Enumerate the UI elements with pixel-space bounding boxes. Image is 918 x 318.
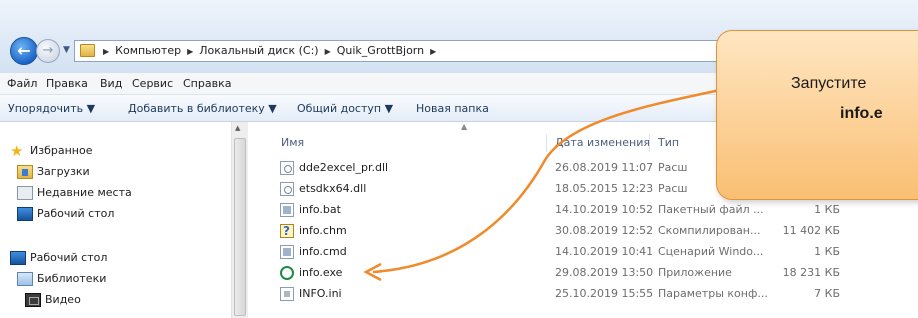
file-row-info-ini[interactable]: INFO.ini 25.10.2019 15:55 Параметры конф… [249,284,918,304]
file-date: 30.08.2019 12:52 [555,224,654,237]
chevron-right-icon[interactable]: ▶ [103,47,109,56]
file-type: Параметры конф... [658,287,768,300]
file-type: Пакетный файл ... [658,203,764,216]
file-size: 18 231 КБ [782,266,840,279]
script-file-icon [280,245,294,259]
batch-file-icon [280,203,294,217]
menu-file[interactable]: Файл [7,77,37,90]
nav-desktop-label: Рабочий стол [37,207,115,220]
menu-edit[interactable]: Правка [46,77,88,90]
breadcrumb-folder[interactable]: Quik_GrottBjorn [337,44,424,57]
callout-text-run: Запустите [791,75,867,92]
file-row-info-chm[interactable]: info.chm 30.08.2019 12:52 Скомпилирован.… [249,221,918,241]
back-button[interactable]: ← [10,37,38,65]
help-file-icon [280,221,294,241]
downloads-folder-icon [17,165,33,179]
nav-scrollbar[interactable]: ▲ [231,122,248,318]
forward-button[interactable]: → [36,39,60,63]
file-size: 11 402 КБ [782,224,840,237]
file-size: 7 КБ [814,287,840,300]
column-header-name[interactable]: Имя [281,136,304,149]
file-date: 29.08.2019 13:50 [555,266,654,279]
nav-video-label: Видео [45,293,81,306]
settings-file-icon [280,287,294,301]
file-size: 1 КБ [814,203,840,216]
column-divider[interactable] [649,134,650,152]
share-button[interactable]: Общий доступ ▼ [297,102,393,115]
breadcrumb-computer[interactable]: Компьютер [115,44,181,57]
folder-icon [80,44,95,57]
file-row-info-cmd[interactable]: info.cmd 14.10.2019 10:41 Сценарий Windo… [249,242,918,262]
file-name: info.chm [299,224,347,237]
chevron-right-icon[interactable]: ▶ [430,47,436,56]
file-date: 14.10.2019 10:41 [555,245,654,258]
sort-ascending-icon: ▲ [461,122,468,131]
menu-tools[interactable]: Сервис [132,77,173,90]
scroll-up-icon[interactable]: ▲ [235,124,240,132]
file-name: dde2excel_pr.dll [299,161,389,174]
file-date: 25.10.2019 15:55 [555,287,654,300]
nav-downloads-label: Загрузки [37,165,90,178]
breadcrumb: ▶ Компьютер ▶ Локальный диск (C:) ▶ Quik_Grot… [103,44,442,57]
menu-view[interactable]: Вид [100,77,122,90]
callout-text-filename: info.e [840,105,883,122]
video-library-icon [25,293,41,307]
nav-recent-label: Недавние места [37,186,132,199]
libraries-icon [17,272,33,286]
file-size: 1 КБ [814,245,840,258]
column-divider[interactable] [546,134,547,152]
file-type: Расш [658,161,688,174]
new-folder-button[interactable]: Новая папка [416,102,489,115]
menu-help[interactable]: Справка [183,77,231,90]
scroll-thumb[interactable] [234,138,246,316]
add-to-library-button[interactable]: Добавить в библиотеку ▼ [128,102,277,115]
file-type: Сценарий Windo... [658,245,764,258]
dll-file-icon [280,182,294,196]
file-name: INFO.ini [299,287,342,300]
star-icon: ★ [10,142,24,160]
file-date: 18.05.2015 12:23 [555,182,654,195]
chevron-right-icon[interactable]: ▶ [187,47,193,56]
column-header-date[interactable]: Дата изменения [555,136,650,149]
navigation-pane: ★ Избранное Загрузки Недавние места Рабо… [0,122,231,318]
file-name: etsdkx64.dll [299,182,367,195]
file-type: Расш [658,182,688,195]
app-exe-icon [280,266,294,280]
dll-file-icon [280,161,294,175]
column-header-type[interactable]: Тип [658,136,679,149]
file-row-info-exe[interactable]: info.exe 29.08.2019 13:50 Приложение 18 … [249,263,918,283]
instruction-callout: Запустите info.e [716,30,918,200]
file-date: 14.10.2019 10:52 [555,203,654,216]
file-date: 26.08.2019 11:07 [555,161,654,174]
nav-libraries-label: Библиотеки [37,272,107,285]
nav-desktop-root-label: Рабочий стол [30,251,108,264]
history-dropdown-icon[interactable]: ▼ [63,45,70,55]
file-name: info.cmd [299,245,347,258]
explorer-window: ← → ▼ ▶ Компьютер ▶ Локальный диск (C:) ▶ Qui… [0,0,918,318]
desktop-icon [10,251,26,265]
file-type: Приложение [658,266,732,279]
file-type: Скомпилирован... [658,224,761,237]
breadcrumb-local-disk[interactable]: Локальный диск (C:) [199,44,318,57]
desktop-icon [17,207,33,221]
nav-favorites-label: Избранное [30,144,93,157]
file-name: info.exe [299,266,343,279]
chevron-right-icon[interactable]: ▶ [325,47,331,56]
recent-places-icon [17,186,33,200]
organize-button[interactable]: Упорядочить ▼ [8,102,95,115]
file-name: info.bat [299,203,341,216]
file-row-info-bat[interactable]: info.bat 14.10.2019 10:52 Пакетный файл … [249,200,918,220]
